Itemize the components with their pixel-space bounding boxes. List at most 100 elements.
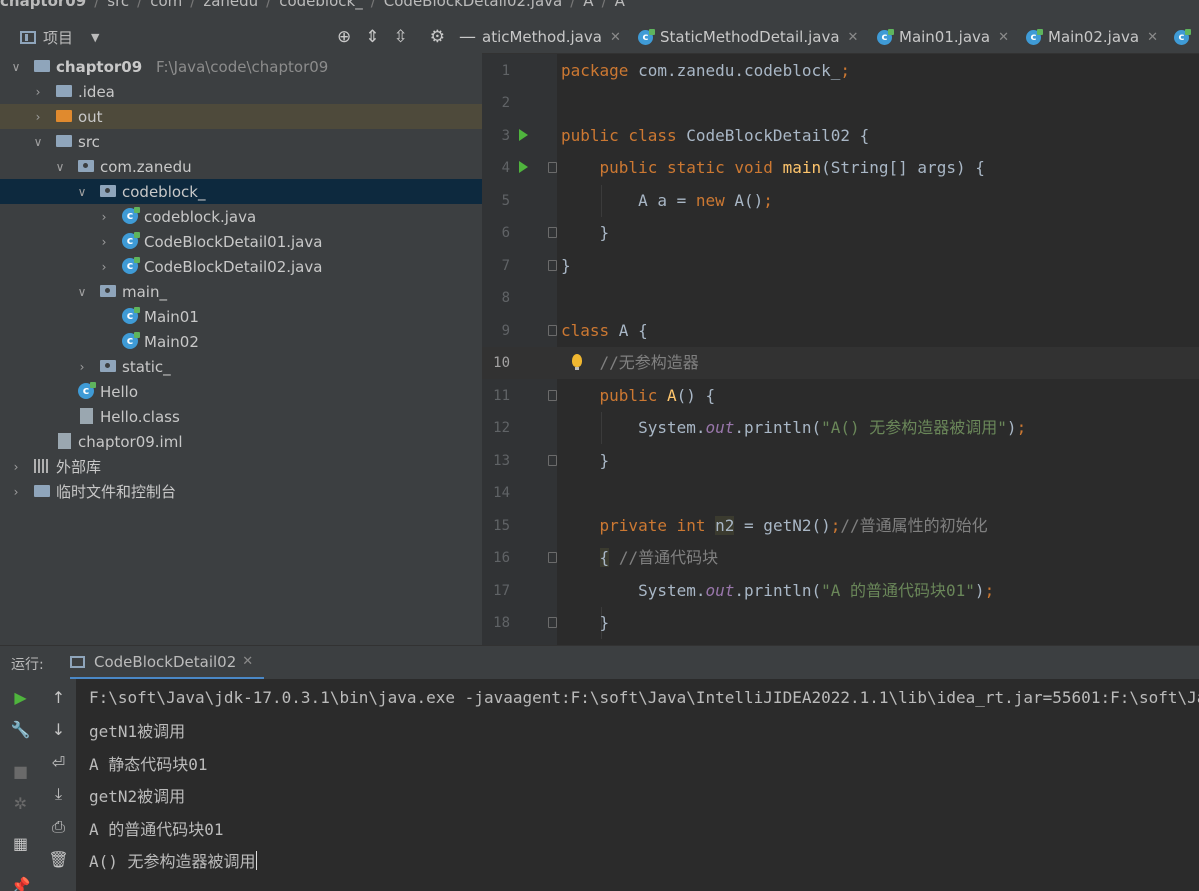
tree-item[interactable]: › 外部库 xyxy=(0,454,482,479)
close-icon[interactable]: ✕ xyxy=(610,30,621,45)
tree-item-label: Main02 xyxy=(144,332,199,351)
chevron-down-icon[interactable]: ∨ xyxy=(76,285,88,299)
tab-main02[interactable]: c Main02.java ✕ xyxy=(1026,20,1158,53)
expand-icon[interactable]: ⇕ xyxy=(365,27,379,47)
collapse-icon[interactable]: ⇳ xyxy=(394,27,408,47)
chevron-right-icon[interactable]: › xyxy=(32,110,44,124)
tree-item[interactable]: Hello.class xyxy=(0,404,482,429)
tree-item[interactable]: › static_ xyxy=(0,354,482,379)
stop-icon[interactable]: ■ xyxy=(0,755,41,787)
run-tab[interactable]: CodeBlockDetail02 ✕ xyxy=(70,646,264,680)
minimize-icon[interactable]: — xyxy=(459,27,476,47)
fold-icon[interactable] xyxy=(548,162,557,173)
gutter-line: 3 xyxy=(482,120,557,152)
fold-icon[interactable] xyxy=(548,552,557,563)
tree-item[interactable]: c Hello xyxy=(0,379,482,404)
tree-item[interactable]: › 临时文件和控制台 xyxy=(0,479,482,504)
soft-wrap-icon[interactable]: ⏎ xyxy=(41,746,76,778)
crosshair-icon[interactable]: ⊕ xyxy=(337,27,351,47)
tab-main01[interactable]: c Main01.java ✕ xyxy=(877,20,1009,53)
breadcrumb-item[interactable]: codeblock_ xyxy=(279,0,362,10)
tree-item-label: chaptor09 xyxy=(56,57,143,76)
class-icon: c xyxy=(78,382,96,399)
tab-overflow[interactable]: c xyxy=(1174,20,1196,53)
layout-icon[interactable]: ▦ xyxy=(0,827,41,859)
chevron-right-icon[interactable]: › xyxy=(98,210,110,224)
fold-icon[interactable] xyxy=(548,227,557,238)
iml-file-icon xyxy=(56,433,74,449)
chevron-down-icon[interactable]: ∨ xyxy=(76,185,88,199)
tree-item[interactable]: ∨ com.zanedu xyxy=(0,154,482,179)
gear-icon[interactable]: ⚙ xyxy=(430,27,445,47)
tree-item[interactable]: › .idea xyxy=(0,79,482,104)
folder-orange-icon xyxy=(56,108,74,124)
gutter-line: 1 xyxy=(501,63,510,79)
print-icon[interactable]: ⎙ xyxy=(41,811,76,843)
arrow-down-icon[interactable]: ↓ xyxy=(41,713,76,745)
tree-item[interactable]: › c codeblock.java xyxy=(0,204,482,229)
run-class-icon[interactable] xyxy=(519,129,528,141)
class-icon: c xyxy=(122,207,140,224)
class-icon: c xyxy=(877,28,894,45)
close-icon[interactable]: ✕ xyxy=(848,30,859,45)
close-icon[interactable]: ✕ xyxy=(998,30,1009,45)
breadcrumb-item[interactable]: CodeBlockDetail02.java xyxy=(384,0,562,10)
module-folder-icon xyxy=(34,58,52,74)
chevron-down-icon[interactable]: ∨ xyxy=(54,160,66,174)
tree-item[interactable]: ∨ codeblock_ xyxy=(0,179,482,204)
breadcrumb-item[interactable]: chaptor09 xyxy=(0,0,86,10)
rerun-icon[interactable]: ▶ xyxy=(0,681,41,713)
fold-icon[interactable] xyxy=(548,455,557,466)
tab-staticmethod[interactable]: aticMethod.java ✕ xyxy=(482,20,621,53)
tree-item[interactable]: c Main02 xyxy=(0,329,482,354)
close-icon[interactable]: ✕ xyxy=(1147,30,1158,45)
tree-item[interactable]: ∨ main_ xyxy=(0,279,482,304)
gutter-line: 7 xyxy=(482,250,557,282)
tree-item[interactable]: ∨ src xyxy=(0,129,482,154)
breadcrumb-item[interactable]: A xyxy=(583,0,593,10)
breadcrumb-item[interactable]: A xyxy=(615,0,625,10)
tree-item[interactable]: chaptor09.iml xyxy=(0,429,482,454)
chevron-right-icon[interactable]: › xyxy=(98,235,110,249)
breadcrumb-item[interactable]: com xyxy=(150,0,182,10)
chevron-right-icon[interactable]: › xyxy=(98,260,110,274)
chevron-down-icon[interactable]: ∨ xyxy=(32,135,44,149)
breadcrumb-item[interactable]: zanedu xyxy=(203,0,258,10)
chevron-right-icon[interactable]: › xyxy=(32,85,44,99)
tree-item-label: src xyxy=(78,132,100,151)
trash-icon[interactable]: 🗑 xyxy=(41,843,76,875)
chevron-down-icon[interactable]: ▼ xyxy=(91,31,99,44)
fold-icon[interactable] xyxy=(548,617,557,628)
chevron-right-icon[interactable]: › xyxy=(10,485,22,499)
project-panel-title[interactable]: 项目 xyxy=(43,27,73,48)
fold-icon[interactable] xyxy=(548,390,557,401)
gutter-line: 15 xyxy=(493,518,510,534)
tree-item[interactable]: › out xyxy=(0,104,482,129)
scroll-to-end-icon[interactable]: ⤓ xyxy=(41,778,76,810)
code-editor[interactable]: package com.zanedu.codeblock_; public cl… xyxy=(557,54,1199,645)
run-main-icon[interactable] xyxy=(519,161,528,173)
tab-staticmethoddetail[interactable]: c StaticMethodDetail.java ✕ xyxy=(638,20,859,53)
gutter-line: 14 xyxy=(493,485,510,501)
fold-icon[interactable] xyxy=(548,260,557,271)
tree-item-label: codeblock.java xyxy=(144,207,257,226)
pin-icon[interactable]: 📌 xyxy=(0,869,41,891)
arrow-up-icon[interactable]: ↑ xyxy=(41,681,76,713)
gutter-line: 2 xyxy=(501,95,510,111)
chevron-right-icon[interactable]: › xyxy=(10,460,22,474)
debug-icon[interactable]: ✲ xyxy=(0,787,41,819)
scratches-icon xyxy=(34,483,52,499)
wrench-icon[interactable]: 🔧 xyxy=(0,713,41,745)
chevron-down-icon[interactable]: ∨ xyxy=(10,60,22,74)
console-line: getN2被调用 xyxy=(89,787,186,806)
fold-icon[interactable] xyxy=(548,325,557,336)
chevron-right-icon[interactable]: › xyxy=(76,360,88,374)
lightbulb-icon[interactable] xyxy=(572,354,582,370)
tree-item[interactable]: ∨ chaptor09 F:\Java\code\chaptor09 xyxy=(0,54,482,79)
tree-item[interactable]: c Main01 xyxy=(0,304,482,329)
breadcrumb-item[interactable]: src xyxy=(107,0,129,10)
tree-item[interactable]: › c CodeBlockDetail02.java xyxy=(0,254,482,279)
console-output[interactable]: F:\soft\Java\jdk-17.0.3.1\bin\java.exe -… xyxy=(76,679,1199,891)
tree-item[interactable]: › c CodeBlockDetail01.java xyxy=(0,229,482,254)
close-icon[interactable]: ✕ xyxy=(242,654,253,669)
